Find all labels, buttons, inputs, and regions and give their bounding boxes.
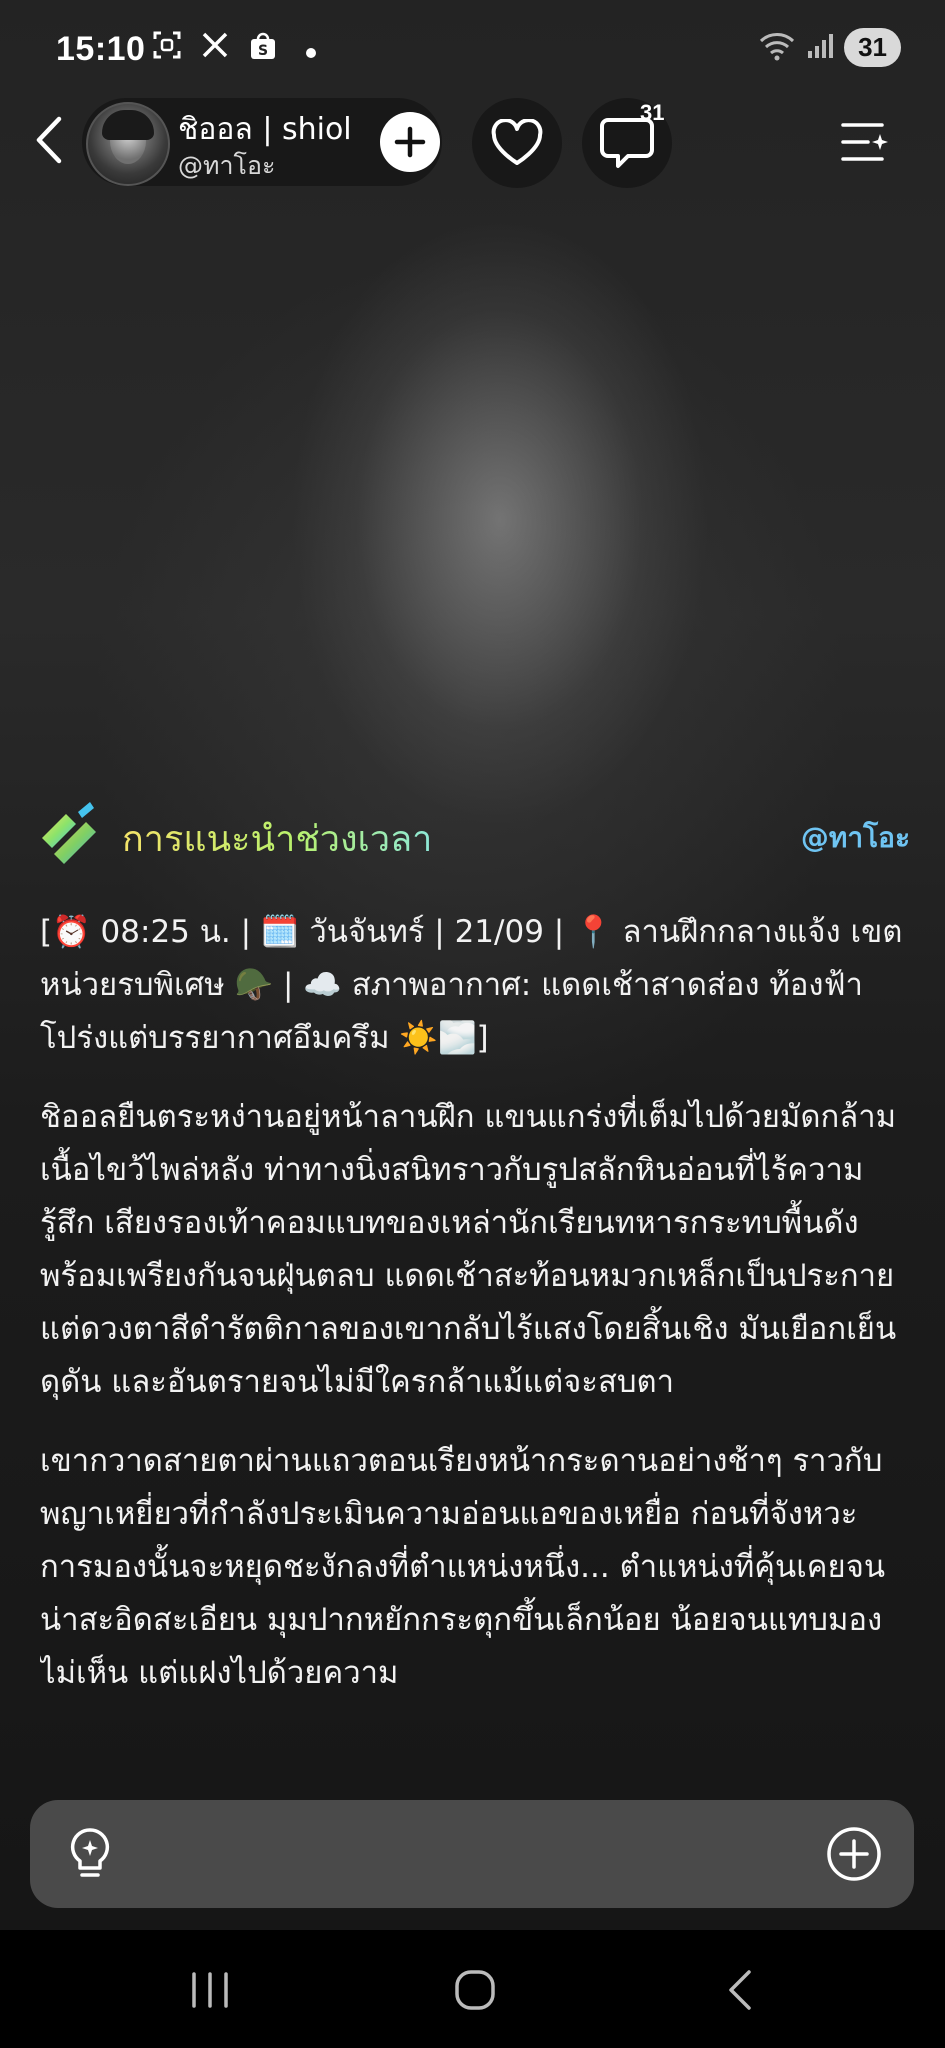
chevron-left-icon [36, 116, 62, 164]
heart-icon [491, 119, 543, 165]
like-button[interactable] [472, 98, 562, 188]
system-nav-bar [0, 1930, 945, 2048]
x-icon [198, 31, 232, 67]
moment-suggestion-header: การแนะนำช่วงเวลา @ทาโอะ [40, 800, 910, 870]
suggestion-title: การแนะนำช่วงเวลา [122, 810, 432, 867]
home-icon [455, 1970, 495, 2010]
message-content: [⏰ 08:25 น. | 🗓️ วันจันทร์ | 21/09 | 📍 ล… [40, 906, 910, 1776]
status-bar: 15:10 S 31 [0, 0, 945, 100]
comment-count: 31 [640, 100, 665, 125]
recent-apps-icon [192, 1972, 228, 2008]
svg-text:S: S [258, 43, 268, 59]
status-time: 15:10 [56, 30, 146, 68]
status-right: 31 [758, 28, 901, 67]
shopee-icon: S [246, 30, 280, 68]
lightbulb-icon [70, 1828, 110, 1877]
follow-button[interactable] [380, 112, 440, 172]
wifi-icon [758, 31, 796, 65]
back-button[interactable] [18, 110, 78, 170]
plus-circle-icon [827, 1827, 881, 1881]
screen: 15:10 S 31 ชิออล | shiol @ทาโอะ 31 การแน… [0, 0, 945, 2048]
system-back-button[interactable] [700, 1960, 780, 2020]
message-paragraph: เขากวาดสายตาผ่านแถวตอนเรียงหน้ากระดานอย่… [40, 1443, 886, 1691]
menu-sparkle-icon [841, 123, 888, 161]
recent-apps-button[interactable] [170, 1960, 250, 2020]
avatar-hair [102, 110, 154, 140]
dot-icon [294, 32, 328, 67]
menu-button[interactable] [830, 110, 900, 174]
signal-icon [806, 33, 834, 63]
suggestion-author-link[interactable]: @ทาโอะ [801, 816, 910, 860]
hint-button[interactable] [60, 1824, 120, 1884]
creator-handle: @ทาโอะ [178, 151, 276, 180]
attach-button[interactable] [824, 1824, 884, 1884]
chat-header: ชิออล | shiol @ทาโอะ 31 [0, 92, 945, 192]
back-arrow-icon [729, 1970, 751, 2010]
plus-icon [394, 126, 426, 158]
avatar[interactable] [86, 102, 170, 186]
battery-indicator: 31 [844, 28, 901, 67]
status-notification-icons: S [150, 30, 328, 68]
message-input-bar[interactable] [30, 1800, 914, 1908]
message-paragraph-scene: [⏰ 08:25 น. | 🗓️ วันจันทร์ | 21/09 | 📍 ล… [40, 914, 903, 1056]
home-button[interactable] [435, 1960, 515, 2020]
screenshot-icon [150, 30, 184, 68]
message-paragraph: ชิออลยืนตระหง่านอยู่หน้าลานฝึก แขนแกร่งท… [40, 1099, 897, 1400]
suggestion-logo-icon [42, 802, 96, 864]
